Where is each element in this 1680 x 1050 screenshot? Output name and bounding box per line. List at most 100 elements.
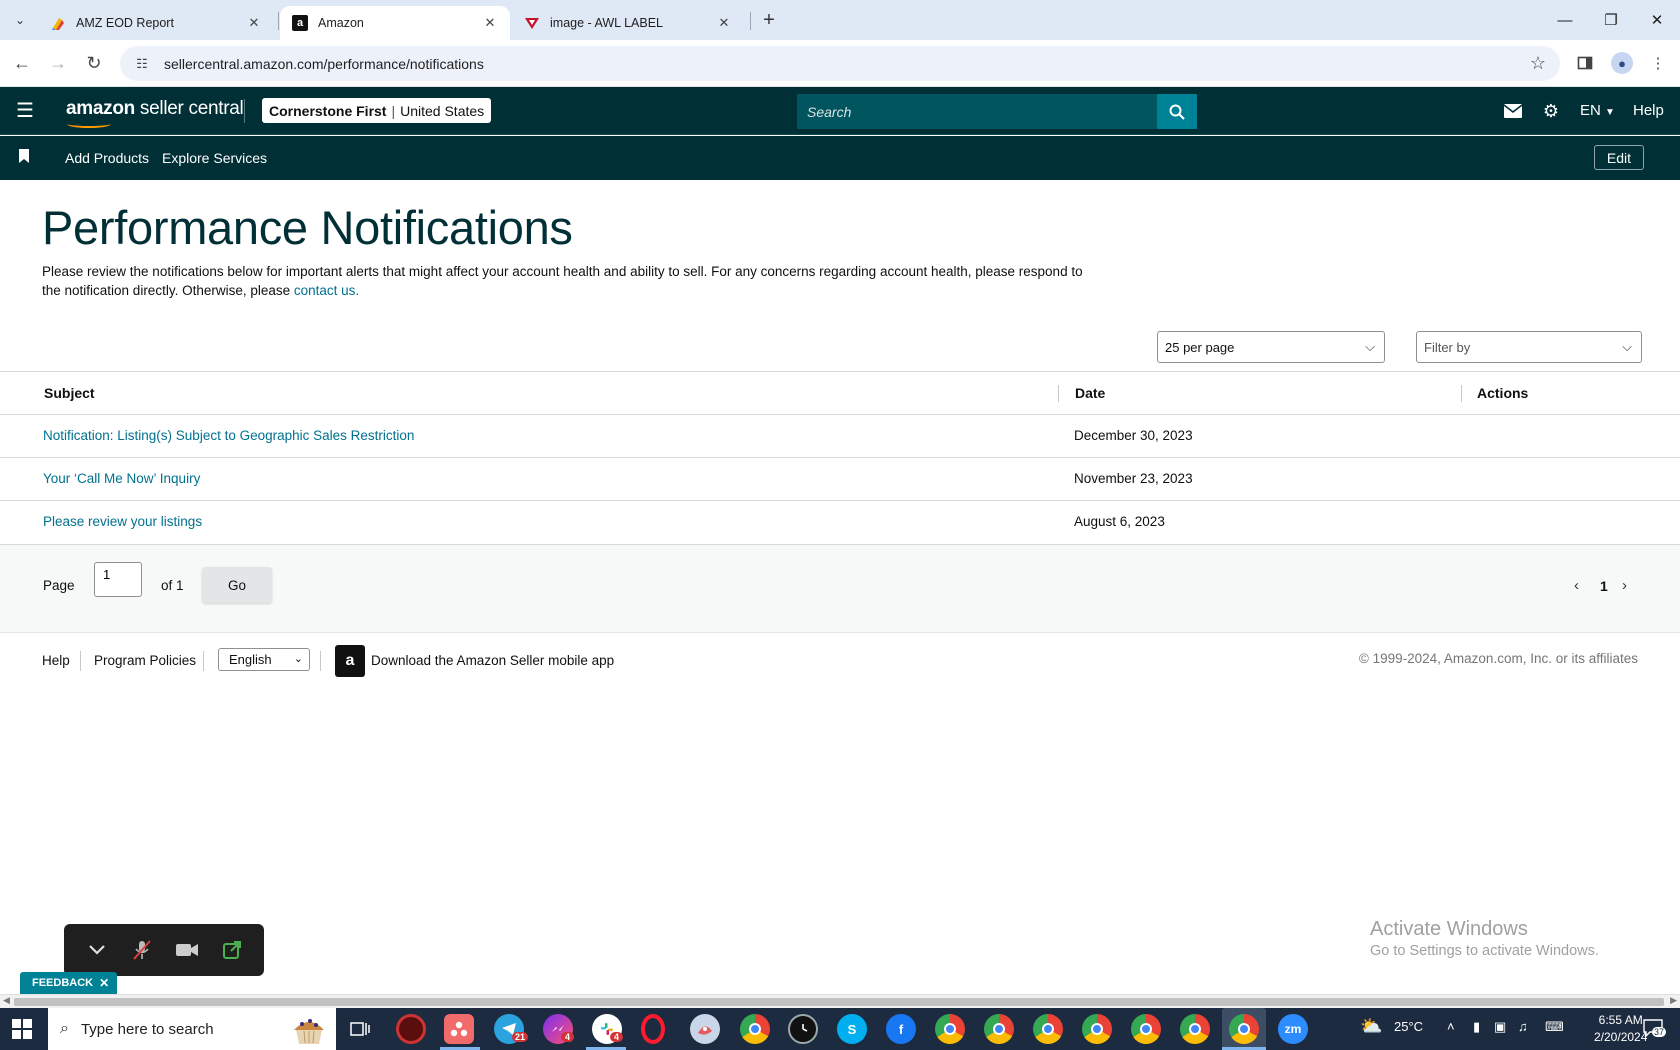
browser-tab-amz-eod-report[interactable]: AMZ EOD Report ✕ bbox=[38, 6, 274, 40]
taskbar-clock[interactable]: 6:55 AM 2/20/2024 bbox=[1594, 1012, 1647, 1046]
feedback-label: FEEDBACK bbox=[32, 977, 94, 989]
volume-icon[interactable]: ♫ bbox=[1518, 1019, 1528, 1034]
hamburger-menu-icon[interactable]: ☰ bbox=[14, 99, 36, 122]
chrome-profile-v-icon[interactable] bbox=[1082, 1014, 1112, 1044]
scroll-right-icon[interactable]: ▶ bbox=[1670, 995, 1677, 1006]
chrome-profile-va-icon[interactable] bbox=[984, 1014, 1014, 1044]
app-icon-asana[interactable] bbox=[444, 1014, 474, 1044]
site-info-icon[interactable]: ☷ bbox=[128, 56, 156, 72]
settings-gear-icon[interactable]: ⚙ bbox=[1539, 99, 1563, 123]
slack-icon[interactable]: 4 bbox=[592, 1014, 624, 1044]
close-icon[interactable]: ✕ bbox=[716, 15, 732, 31]
messenger-icon[interactable]: 4 bbox=[543, 1014, 575, 1044]
facebook-icon[interactable]: f bbox=[886, 1014, 916, 1044]
column-divider[interactable] bbox=[1058, 385, 1059, 402]
browser-tab-awl-label[interactable]: image - AWL LABEL ✕ bbox=[512, 6, 744, 40]
column-divider[interactable] bbox=[1461, 385, 1462, 402]
previous-page-icon[interactable]: ‹ bbox=[1574, 577, 1579, 594]
column-header-subject[interactable]: Subject bbox=[44, 385, 95, 401]
filter-select[interactable]: Filter by ⌵ bbox=[1416, 331, 1642, 363]
go-button[interactable]: Go bbox=[202, 567, 272, 603]
seller-central-logo[interactable]: amazon seller central bbox=[66, 98, 244, 128]
per-page-select[interactable]: 25 per page ⌵ bbox=[1157, 331, 1385, 363]
window-close-icon[interactable]: ✕ bbox=[1634, 6, 1680, 34]
opera-icon[interactable] bbox=[641, 1014, 665, 1044]
microphone-muted-icon[interactable] bbox=[128, 936, 156, 964]
language-tray-icon[interactable]: ⌨ bbox=[1545, 1019, 1564, 1035]
bookmark-star-icon[interactable]: ☆ bbox=[1530, 53, 1546, 74]
telegram-icon[interactable]: 21 bbox=[494, 1014, 529, 1044]
column-header-date[interactable]: Date bbox=[1075, 385, 1105, 401]
task-view-icon[interactable] bbox=[345, 1014, 375, 1044]
temperature-text[interactable]: 25°C bbox=[1394, 1019, 1423, 1034]
feedback-tab[interactable]: FEEDBACK ✕ bbox=[20, 972, 118, 994]
chrome-icon[interactable] bbox=[740, 1014, 770, 1044]
subnav-add-products[interactable]: Add Products bbox=[65, 150, 149, 166]
chevron-down-icon: ⌵ bbox=[1622, 339, 1632, 354]
profile-avatar-icon[interactable]: ● bbox=[1609, 50, 1635, 76]
app-icon-paint[interactable] bbox=[690, 1014, 720, 1044]
next-page-icon[interactable]: › bbox=[1622, 577, 1627, 594]
taskbar-search-box[interactable]: ⌕ Type here to search bbox=[48, 1008, 336, 1050]
footer-mobile-app-link[interactable]: Download the Amazon Seller mobile app bbox=[371, 653, 614, 668]
reload-icon[interactable]: ↻ bbox=[81, 50, 107, 76]
search-input[interactable] bbox=[797, 94, 1157, 129]
help-link[interactable]: Help bbox=[1633, 102, 1664, 119]
notification-subject-link[interactable]: Your ‘Call Me Now’ Inquiry bbox=[43, 471, 200, 486]
edit-button[interactable]: Edit bbox=[1593, 145, 1644, 170]
share-screen-icon[interactable] bbox=[218, 936, 246, 964]
notification-center-icon[interactable]: 37 bbox=[1642, 1018, 1667, 1040]
horizontal-scrollbar[interactable]: ◀ ▶ bbox=[0, 994, 1680, 1008]
new-tab-plus-icon[interactable]: + bbox=[757, 8, 781, 32]
clock-app-icon[interactable] bbox=[788, 1014, 818, 1044]
minimize-icon[interactable]: — bbox=[1542, 6, 1588, 34]
camera-icon[interactable] bbox=[173, 936, 201, 964]
scrollbar-thumb[interactable] bbox=[14, 998, 1664, 1006]
forward-arrow-icon[interactable]: → bbox=[45, 50, 71, 76]
search-button[interactable] bbox=[1157, 94, 1197, 129]
contact-us-link[interactable]: contact us. bbox=[294, 283, 359, 298]
browser-menu-icon[interactable]: ⋮ bbox=[1645, 50, 1671, 76]
scroll-left-icon[interactable]: ◀ bbox=[3, 995, 10, 1006]
collapse-chevron-icon[interactable] bbox=[83, 936, 111, 964]
windows-start-icon[interactable] bbox=[12, 1019, 32, 1039]
page-number-input[interactable] bbox=[94, 562, 142, 597]
back-arrow-icon[interactable]: ← bbox=[9, 50, 35, 76]
restore-icon[interactable]: ❐ bbox=[1588, 6, 1634, 34]
page-intro: Please review the notifications below fo… bbox=[42, 262, 1092, 300]
notification-subject-link[interactable]: Please review your listings bbox=[43, 514, 202, 529]
tray-overflow-chevron-icon[interactable]: ˄ bbox=[1447, 1019, 1455, 1034]
weather-cloud-icon[interactable]: ⛅ bbox=[1360, 1016, 1382, 1037]
url-text[interactable]: sellercentral.amazon.com/performance/not… bbox=[164, 56, 484, 72]
footer-program-policies-link[interactable]: Program Policies bbox=[94, 653, 196, 668]
tab-search-chevron-icon[interactable]: ⌄ bbox=[8, 8, 32, 32]
close-icon[interactable]: ✕ bbox=[482, 15, 498, 31]
browser-tab-amazon[interactable]: a Amazon ✕ bbox=[280, 6, 510, 40]
side-panel-icon[interactable] bbox=[1572, 50, 1598, 76]
microphone-icon[interactable]: ▮ bbox=[1473, 1019, 1480, 1035]
app-icon-red-circle[interactable] bbox=[396, 1014, 426, 1044]
chrome-profile-w2-icon[interactable] bbox=[1131, 1014, 1161, 1044]
chrome-profile-s-icon[interactable] bbox=[1180, 1014, 1210, 1044]
footer-language-select[interactable]: English ⌄ bbox=[218, 648, 310, 671]
bookmark-icon[interactable] bbox=[18, 149, 30, 163]
notification-subject-link[interactable]: Notification: Listing(s) Subject to Geog… bbox=[43, 428, 414, 443]
chrome-profile-o-icon[interactable] bbox=[1033, 1014, 1063, 1044]
seller-central-subnav: Add Products Explore Services Edit bbox=[0, 136, 1680, 180]
current-page-number[interactable]: 1 bbox=[1600, 578, 1608, 594]
chrome-profile-w-icon[interactable] bbox=[935, 1014, 965, 1044]
language-selector[interactable]: EN ▼ bbox=[1580, 102, 1615, 119]
network-icon[interactable]: ▣ bbox=[1494, 1019, 1506, 1035]
zoom-icon[interactable]: zm bbox=[1278, 1014, 1308, 1044]
mail-icon[interactable] bbox=[1501, 99, 1525, 123]
close-icon[interactable]: ✕ bbox=[99, 976, 109, 990]
chrome-active-window-icon[interactable] bbox=[1222, 1008, 1266, 1050]
close-icon[interactable]: ✕ bbox=[246, 15, 262, 31]
footer-help-link[interactable]: Help bbox=[42, 653, 70, 668]
subnav-explore-services[interactable]: Explore Services bbox=[162, 150, 267, 166]
footer-divider bbox=[320, 651, 321, 671]
account-switcher[interactable]: Cornerstone First | United States bbox=[262, 98, 492, 123]
omnibox[interactable]: ☷ sellercentral.amazon.com/performance/n… bbox=[120, 46, 1560, 81]
skype-icon[interactable]: S bbox=[837, 1014, 867, 1044]
amazon-seller-app-icon[interactable]: a bbox=[335, 645, 365, 677]
